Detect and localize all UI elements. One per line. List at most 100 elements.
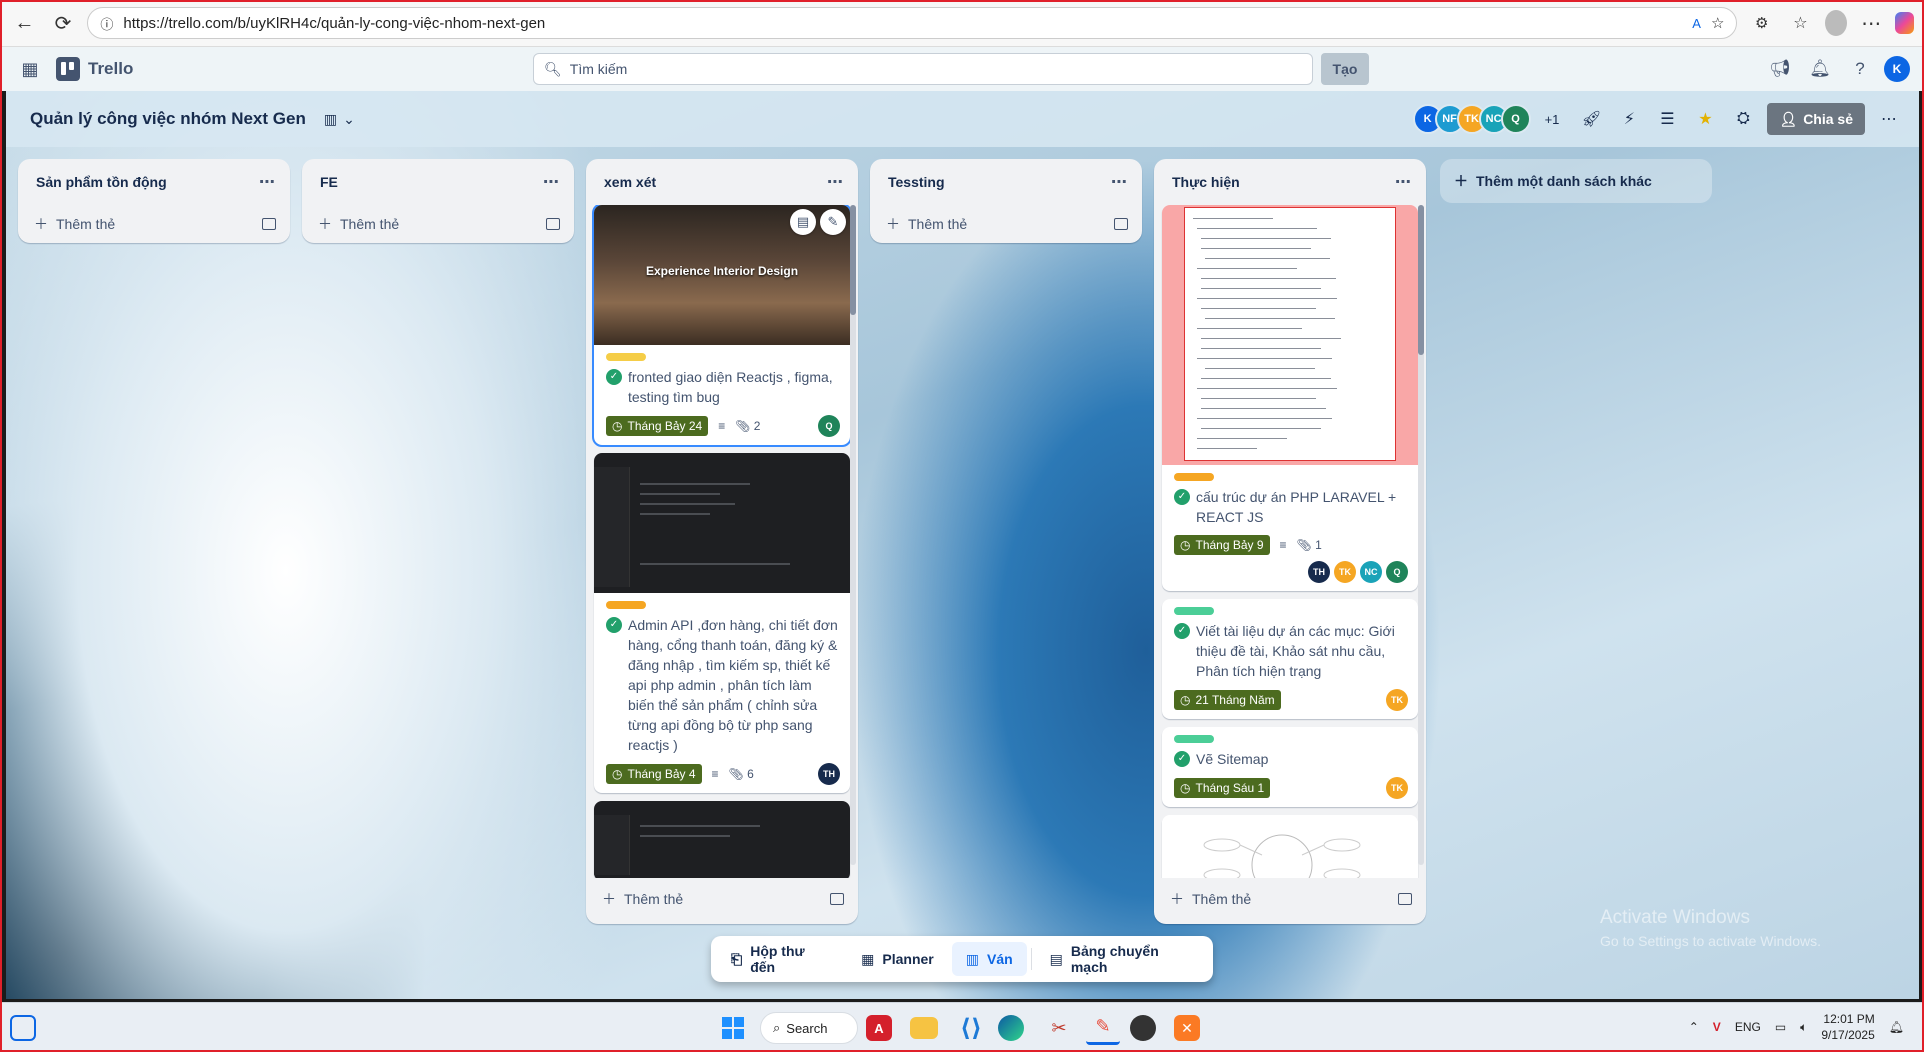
due-date-badge[interactable]: ◷ Tháng Sáu 1	[1174, 778, 1271, 798]
board-view-switcher[interactable]: ▥ ⌄	[324, 111, 355, 128]
add-list-button[interactable]: ＋ Thêm một danh sách khác	[1440, 159, 1712, 203]
board-tab[interactable]: ▥ Ván	[951, 942, 1027, 976]
star-icon[interactable]: ★	[1691, 105, 1719, 133]
switch-boards-tab[interactable]: ▤ Bảng chuyển mạch	[1036, 942, 1207, 976]
megaphone-icon[interactable]: 📢︎	[1764, 53, 1796, 85]
card[interactable]: ✓ cấu trúc dự án PHP LARAVEL + REACT JS …	[1162, 205, 1418, 591]
complete-check-icon[interactable]: ✓	[1174, 489, 1190, 505]
more-members-count[interactable]: +1	[1545, 112, 1560, 127]
add-card-button[interactable]: ＋ Thêm thẻ	[1154, 880, 1426, 918]
due-date-badge[interactable]: ◷ Tháng Bảy 9	[1174, 535, 1270, 555]
xampp-icon[interactable]: ✕	[1174, 1015, 1200, 1041]
card-member-avatar[interactable]: TK	[1334, 561, 1356, 583]
share-button[interactable]: 👤︎ Chia sẻ	[1767, 103, 1865, 135]
board-menu-icon[interactable]: ⋯	[1875, 105, 1903, 133]
language-indicator[interactable]: ENG	[1735, 1020, 1761, 1034]
clock[interactable]: 12:01 PM 9/17/2025	[1821, 1011, 1874, 1043]
refresh-icon[interactable]: ⟳	[49, 6, 78, 40]
automation-icon[interactable]: ⚡︎	[1615, 105, 1643, 133]
card-label[interactable]	[606, 601, 646, 609]
snipping-tool-icon[interactable]: ✂	[1042, 1011, 1076, 1045]
edit-icon[interactable]: ✎	[820, 209, 846, 235]
site-info-icon[interactable]: ⓘ	[100, 14, 113, 33]
card[interactable]: ✓ Admin API ,đơn hàng, chi tiết đơn hàng…	[594, 453, 850, 793]
add-card-button[interactable]: ＋ Thêm thẻ	[870, 205, 1142, 243]
card-label[interactable]	[1174, 735, 1214, 743]
add-card-button[interactable]: ＋ Thêm thẻ	[302, 205, 574, 243]
card[interactable]	[1162, 815, 1418, 878]
list-title[interactable]: Tessting	[888, 174, 945, 190]
bell-icon[interactable]: 🔔︎	[1804, 53, 1836, 85]
search-input[interactable]: 🔍︎ Tìm kiếm	[533, 53, 1313, 85]
template-icon[interactable]	[830, 893, 844, 905]
more-icon[interactable]: ⋯	[1857, 6, 1886, 40]
list-menu-icon[interactable]: ⋯	[1395, 172, 1412, 192]
complete-check-icon[interactable]: ✓	[606, 369, 622, 385]
complete-check-icon[interactable]: ✓	[1174, 623, 1190, 639]
due-date-badge[interactable]: ◷ 21 Tháng Năm	[1174, 690, 1281, 710]
planner-tab[interactable]: ▦ Planner	[847, 942, 948, 976]
list-title[interactable]: FE	[320, 174, 338, 190]
taskbar-search[interactable]: ⌕ Search	[760, 1012, 858, 1044]
member-avatar[interactable]: Q	[1500, 104, 1531, 134]
complete-check-icon[interactable]: ✓	[1174, 751, 1190, 767]
card-label[interactable]	[1174, 473, 1214, 481]
volume-icon[interactable]: 🔈︎	[1800, 1020, 1807, 1035]
widgets-icon[interactable]	[10, 1015, 36, 1041]
read-aloud-icon[interactable]: A	[1692, 16, 1701, 31]
list-title[interactable]: xem xét	[604, 174, 656, 190]
acrobat-icon[interactable]: A	[866, 1015, 892, 1041]
favorite-star-icon[interactable]: ☆	[1711, 14, 1724, 32]
card-label[interactable]	[606, 353, 646, 361]
template-icon[interactable]	[1114, 218, 1128, 230]
template-icon[interactable]	[262, 218, 276, 230]
add-card-button[interactable]: ＋ Thêm thẻ	[586, 880, 858, 918]
card-member-avatar[interactable]: TH	[1308, 561, 1330, 583]
help-icon[interactable]: ?	[1844, 53, 1876, 85]
file-explorer-icon[interactable]	[910, 1017, 938, 1039]
create-button[interactable]: Tạo	[1321, 53, 1369, 85]
antivirus-icon[interactable]: V	[1713, 1020, 1721, 1034]
list-scrollbar[interactable]	[850, 205, 856, 865]
favorites-icon[interactable]: ☆	[1786, 6, 1815, 40]
notification-bell-icon[interactable]: 🔔︎	[1889, 1020, 1904, 1034]
list-menu-icon[interactable]: ⋯	[1111, 172, 1128, 192]
edge-icon[interactable]	[998, 1015, 1024, 1041]
complete-check-icon[interactable]: ✓	[606, 617, 622, 633]
list-title[interactable]: Sản phẩm tồn động	[36, 174, 167, 190]
vscode-icon[interactable]: ⟨⟩	[954, 1011, 988, 1045]
list-menu-icon[interactable]: ⋯	[543, 172, 560, 192]
template-icon[interactable]	[546, 218, 560, 230]
app-switcher-icon[interactable]: ▦	[14, 53, 46, 85]
copilot-icon[interactable]	[1895, 12, 1915, 34]
card-member-avatar[interactable]: TH	[818, 763, 840, 785]
filter-icon[interactable]: ☰	[1653, 105, 1681, 133]
due-date-badge[interactable]: ◷ Tháng Bảy 4	[606, 764, 702, 784]
card[interactable]	[594, 801, 850, 878]
card-member-avatar[interactable]: Q	[1386, 561, 1408, 583]
windows-start-icon[interactable]	[716, 1011, 750, 1045]
rocket-icon[interactable]: 🚀︎	[1577, 105, 1605, 133]
list-title[interactable]: Thực hiện	[1172, 174, 1240, 190]
list-scrollbar[interactable]	[1418, 205, 1424, 865]
chevron-up-icon[interactable]: ⌃	[1689, 1020, 1699, 1034]
address-bar[interactable]: ⓘ https://trello.com/b/uyKlRH4c/quản-ly-…	[87, 7, 1738, 39]
browser-profile-avatar[interactable]	[1824, 10, 1847, 36]
archive-icon[interactable]: ▤	[790, 209, 816, 235]
list-menu-icon[interactable]: ⋯	[259, 172, 276, 192]
card-member-avatar[interactable]: TK	[1386, 777, 1408, 799]
card-member-avatar[interactable]: TK	[1386, 689, 1408, 711]
display-icon[interactable]: ▭	[1775, 1020, 1786, 1034]
github-icon[interactable]	[1130, 1015, 1156, 1041]
account-avatar[interactable]: K	[1884, 56, 1910, 82]
back-icon[interactable]: ←	[10, 6, 39, 40]
inbox-tab[interactable]: ⎗ Hộp thư đến	[717, 942, 843, 976]
extensions-icon[interactable]: ⚙	[1747, 6, 1776, 40]
trello-logo[interactable]: Trello	[56, 57, 133, 81]
due-date-badge[interactable]: ◷ Tháng Bảy 24	[606, 416, 709, 436]
visibility-icon[interactable]: ⛭	[1729, 105, 1757, 133]
template-icon[interactable]	[1398, 893, 1412, 905]
board-title[interactable]: Quản lý công việc nhóm Next Gen	[30, 109, 306, 129]
active-app-icon[interactable]: ✎	[1086, 1011, 1120, 1045]
card[interactable]: Experience Interior Design ▤ ✎ ✓ fronted…	[592, 205, 852, 447]
